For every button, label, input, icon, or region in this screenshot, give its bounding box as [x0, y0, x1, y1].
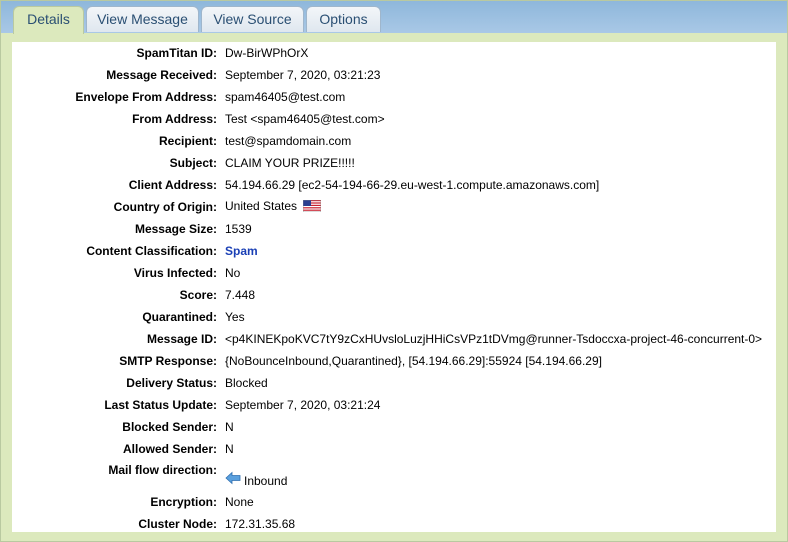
value-quarantined: Yes	[225, 310, 245, 324]
value-recipient: test@spamdomain.com	[225, 134, 352, 148]
value-country-cell: United States	[225, 196, 762, 218]
row-smtp-response: SMTP Response: {NoBounceInbound,Quaranti…	[12, 350, 762, 372]
us-flag-icon	[303, 199, 322, 215]
value-cluster-node: 172.31.35.68	[225, 517, 296, 531]
value-envelope-from: spam46405@test.com	[225, 90, 346, 104]
tab-details[interactable]: Details	[13, 6, 84, 34]
label-subject: Subject:	[169, 156, 217, 170]
row-quarantined: Quarantined: Yes	[12, 306, 762, 328]
tab-view-source[interactable]: View Source	[201, 6, 304, 32]
details-table: SpamTitan ID: Dw-BirWPhOrX Message Recei…	[12, 42, 762, 535]
label-encryption: Encryption:	[150, 495, 217, 509]
label-cluster-node: Cluster Node:	[138, 517, 217, 531]
row-client-address: Client Address: 54.194.66.29 [ec2-54-194…	[12, 174, 762, 196]
row-cluster-node: Cluster Node: 172.31.35.68	[12, 513, 762, 535]
value-client-address: 54.194.66.29 [ec2-54-194-66-29.eu-west-1…	[225, 178, 600, 192]
message-details-window: Details View Message View Source Options…	[0, 0, 788, 542]
row-spamtitan-id: SpamTitan ID: Dw-BirWPhOrX	[12, 42, 762, 64]
label-blocked-sender: Blocked Sender:	[122, 420, 217, 434]
value-encryption: None	[225, 495, 254, 509]
row-subject: Subject: CLAIM YOUR PRIZE!!!!!	[12, 152, 762, 174]
row-from-address: From Address: Test <spam46405@test.com>	[12, 108, 762, 130]
value-delivery-status: Blocked	[225, 376, 268, 390]
tab-bar: Details View Message View Source Options	[1, 1, 787, 34]
value-allowed-sender: N	[225, 442, 234, 456]
label-smtp-response: SMTP Response:	[119, 354, 217, 368]
row-encryption: Encryption: None	[12, 491, 762, 513]
classification-link[interactable]: Spam	[225, 244, 258, 258]
value-message-id: <p4KINEKpoKVC7tY9zCxHUvsloLuzjHHiCsVPz1t…	[225, 332, 763, 346]
value-mail-flow: Inbound	[244, 474, 288, 488]
row-message-id: Message ID: <p4KINEKpoKVC7tY9zCxHUvsloLu…	[12, 328, 762, 350]
label-message-id: Message ID:	[146, 332, 217, 346]
label-quarantined: Quarantined:	[142, 310, 217, 324]
row-recipient: Recipient: test@spamdomain.com	[12, 130, 762, 152]
label-recipient: Recipient:	[158, 134, 217, 148]
value-score: 7.448	[225, 288, 256, 302]
value-spamtitan-id: Dw-BirWPhOrX	[225, 46, 309, 60]
value-mail-flow-cell: Inbound	[225, 460, 762, 491]
label-envelope-from: Envelope From Address:	[75, 90, 217, 104]
label-message-received: Message Received:	[106, 68, 217, 82]
value-message-received: September 7, 2020, 03:21:23	[225, 68, 381, 82]
value-classification-cell: Spam	[225, 240, 762, 262]
label-spamtitan-id: SpamTitan ID:	[136, 46, 217, 60]
value-virus: No	[225, 266, 241, 280]
row-allowed-sender: Allowed Sender: N	[12, 438, 762, 460]
row-classification: Content Classification: Spam	[12, 240, 762, 262]
row-score: Score: 7.448	[12, 284, 762, 306]
row-last-status-update: Last Status Update: September 7, 2020, 0…	[12, 394, 762, 416]
row-virus: Virus Infected: No	[12, 262, 762, 284]
row-blocked-sender: Blocked Sender: N	[12, 416, 762, 438]
label-mail-flow: Mail flow direction:	[108, 463, 217, 477]
label-score: Score:	[179, 288, 217, 302]
tab-options[interactable]: Options	[306, 6, 381, 32]
label-delivery-status: Delivery Status:	[126, 376, 217, 390]
tab-view-message[interactable]: View Message	[86, 6, 199, 32]
row-mail-flow: Mail flow direction: Inbound	[12, 460, 762, 491]
value-blocked-sender: N	[225, 420, 234, 434]
row-delivery-status: Delivery Status: Blocked	[12, 372, 762, 394]
row-country: Country of Origin: United States	[12, 196, 762, 218]
label-message-size: Message Size:	[134, 222, 217, 236]
row-envelope-from: Envelope From Address: spam46405@test.co…	[12, 86, 762, 108]
label-last-status-update: Last Status Update:	[104, 398, 217, 412]
label-allowed-sender: Allowed Sender:	[122, 442, 217, 456]
value-country: United States	[225, 199, 298, 213]
label-classification: Content Classification:	[86, 244, 217, 258]
value-subject: CLAIM YOUR PRIZE!!!!!	[225, 156, 355, 170]
row-message-received: Message Received: September 7, 2020, 03:…	[12, 64, 762, 86]
label-client-address: Client Address:	[128, 178, 217, 192]
row-message-size: Message Size: 1539	[12, 218, 762, 240]
value-smtp-response: {NoBounceInbound,Quarantined}, [54.194.6…	[225, 354, 602, 368]
details-panel: SpamTitan ID: Dw-BirWPhOrX Message Recei…	[12, 42, 776, 532]
value-from-address: Test <spam46405@test.com>	[225, 112, 385, 126]
inbound-arrow-icon	[225, 471, 241, 488]
label-country: Country of Origin:	[113, 200, 217, 214]
value-last-status-update: September 7, 2020, 03:21:24	[225, 398, 381, 412]
value-message-size: 1539	[225, 222, 252, 236]
label-from-address: From Address:	[132, 112, 217, 126]
label-virus: Virus Infected:	[133, 266, 217, 280]
